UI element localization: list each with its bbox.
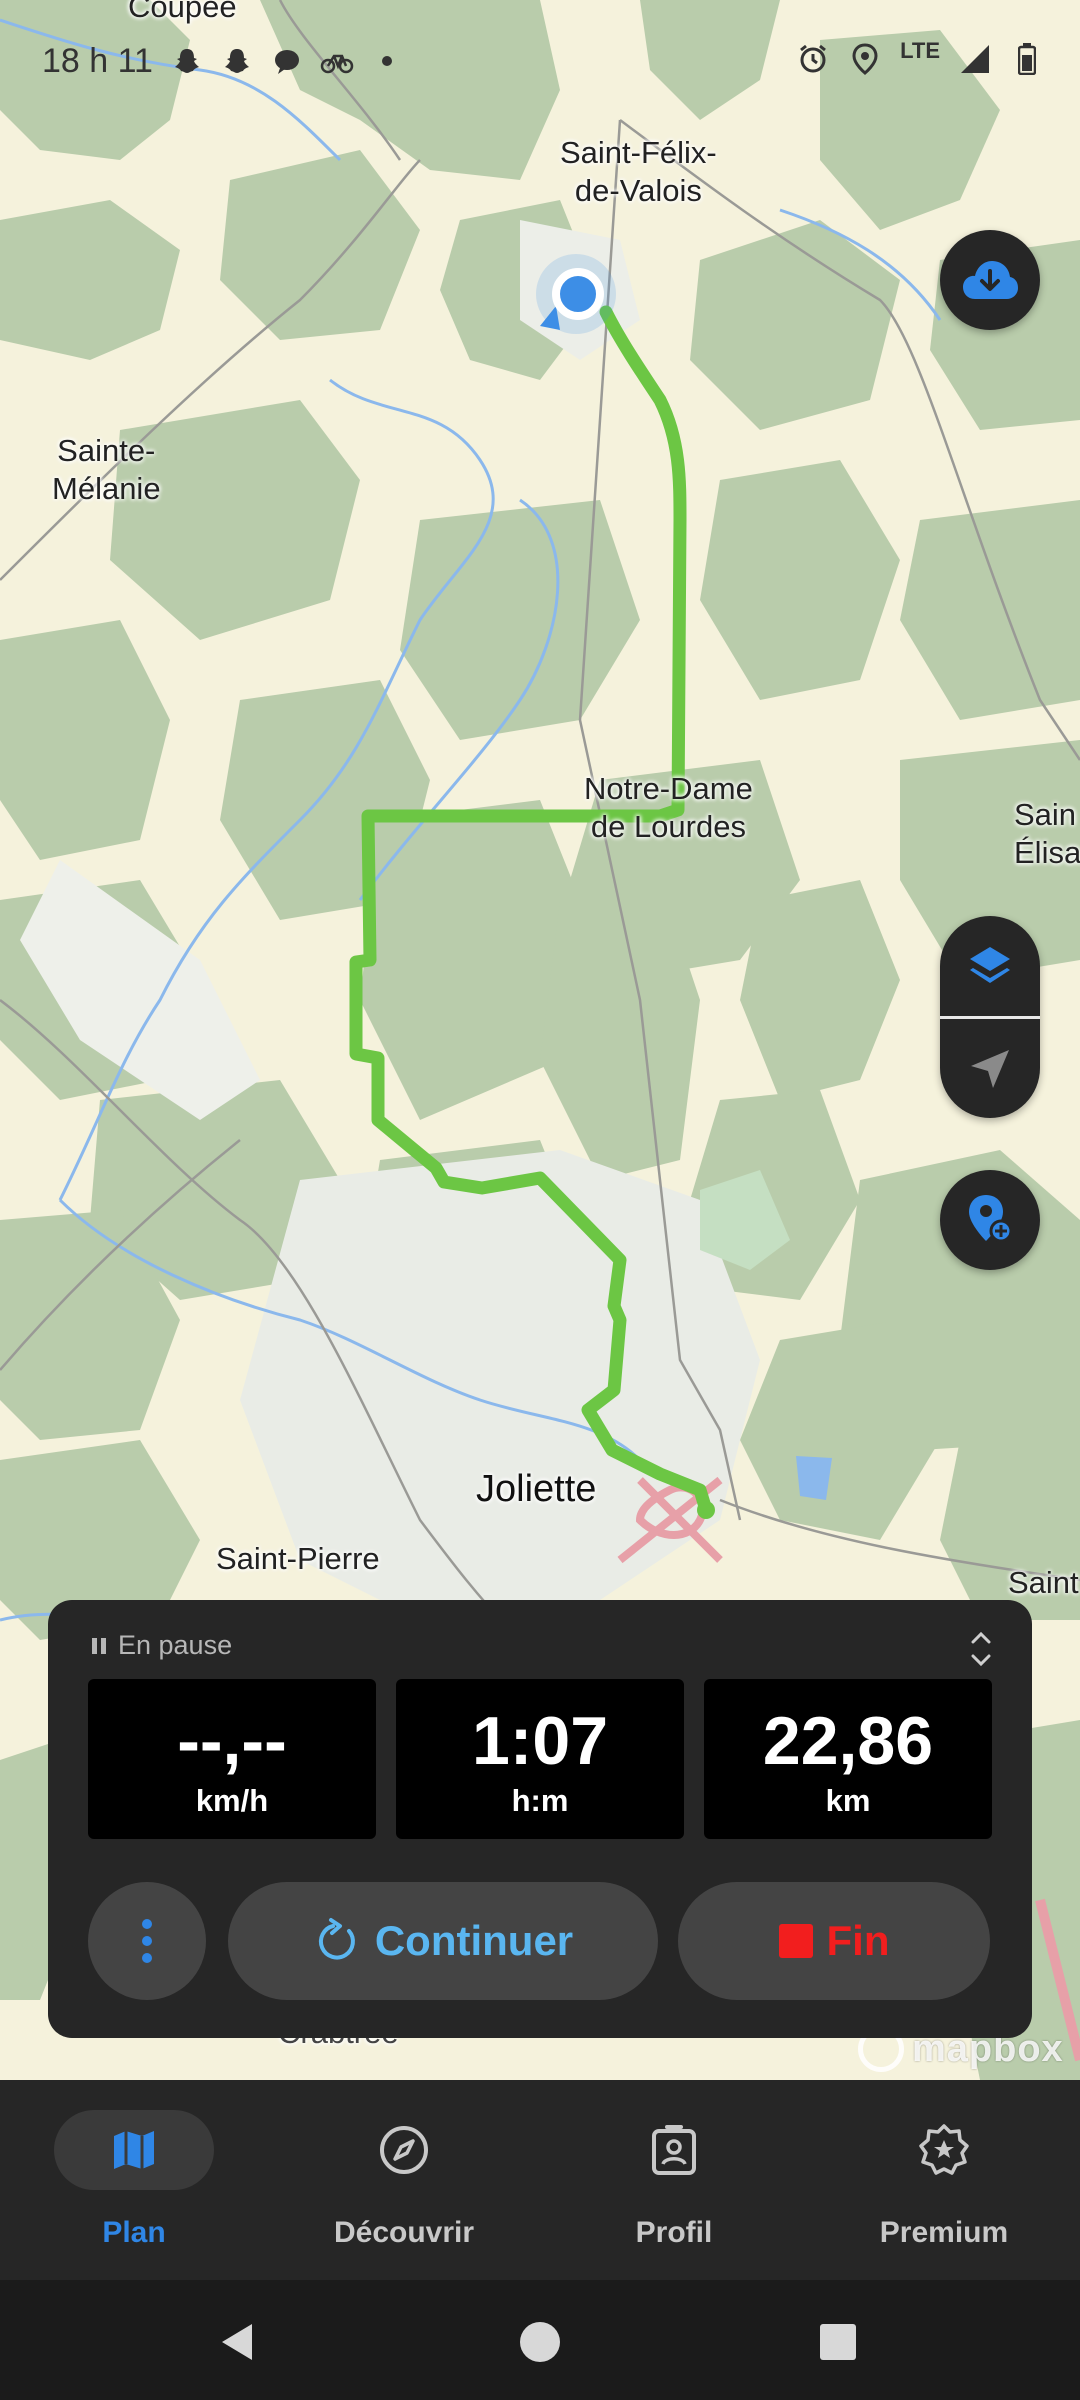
resume-icon bbox=[318, 1918, 355, 1960]
distance-value: 22,86 bbox=[762, 1703, 934, 1779]
nav-item-profil[interactable]: Profil bbox=[574, 2110, 774, 2250]
place-sainte-melanie-line2: Mélanie bbox=[52, 471, 161, 506]
more-options-button[interactable] bbox=[88, 1882, 206, 2000]
recording-status: En pause bbox=[92, 1630, 232, 1661]
cloud-download-icon bbox=[963, 261, 1018, 299]
recording-panel: En pause --,-- km/h 1:07 h:m 22,86 km Co… bbox=[48, 1600, 1032, 2038]
pause-icon bbox=[92, 1637, 106, 1654]
expand-chevrons-icon bbox=[971, 1631, 991, 1667]
home-circle-icon bbox=[520, 2322, 560, 2362]
nav-item-plan-label: Plan bbox=[102, 2216, 166, 2249]
add-poi-button[interactable] bbox=[940, 1170, 1040, 1270]
place-notre-dame-de-lourdes: Notre-Dame de Lourdes bbox=[584, 770, 753, 846]
more-vertical-icon bbox=[142, 1919, 152, 1963]
status-time: 18 h 11 bbox=[42, 42, 153, 80]
continue-button[interactable]: Continuer bbox=[228, 1882, 658, 2000]
duration-stat: 1:07 h:m bbox=[396, 1679, 684, 1839]
place-sainte-elisabeth-line1: Sain bbox=[1014, 797, 1077, 832]
distance-stat: 22,86 km bbox=[704, 1679, 992, 1839]
place-notre-dame-line1: Notre-Dame bbox=[584, 771, 753, 806]
nav-item-profil-label: Profil bbox=[635, 2216, 713, 2249]
recents-square-icon bbox=[820, 2324, 856, 2360]
premium-badge-icon bbox=[919, 2124, 969, 2175]
snapchat-icon bbox=[170, 44, 204, 78]
home-button[interactable] bbox=[518, 2320, 562, 2369]
nav-item-plan-icon-wrap bbox=[54, 2110, 214, 2190]
place-saint-right: Saint bbox=[1008, 1565, 1079, 1600]
nav-item-decouvrir-icon-wrap bbox=[324, 2110, 484, 2190]
signal-icon bbox=[958, 42, 992, 76]
place-saint-felix-de-valois: Saint-Félix- de-Valois bbox=[560, 134, 717, 210]
layers-icon bbox=[970, 947, 1010, 983]
speed-unit: km/h bbox=[195, 1783, 269, 1818]
place-saint-felix-line1: Saint-Félix- bbox=[560, 135, 717, 170]
speed-value: --,-- bbox=[177, 1703, 287, 1779]
place-notre-dame-line2: de Lourdes bbox=[590, 809, 746, 844]
stop-icon bbox=[778, 1924, 813, 1958]
duration-value: 1:07 bbox=[471, 1703, 609, 1779]
nav-item-premium-label: Premium bbox=[879, 2216, 1009, 2249]
recenter-button[interactable] bbox=[940, 1019, 1040, 1118]
system-icons: LTE bbox=[796, 38, 1044, 76]
nav-item-premium[interactable]: Premium bbox=[844, 2110, 1044, 2250]
status-bar: 18 h 11 LTE bbox=[0, 0, 1080, 120]
place-sainte-melanie: Sainte- Mélanie bbox=[52, 432, 161, 508]
back-triangle-icon bbox=[222, 2324, 252, 2360]
snapchat-icon bbox=[220, 44, 254, 78]
place-sainte-elisabeth: Sain Élisa bbox=[1014, 796, 1080, 872]
notification-icons bbox=[170, 44, 404, 78]
nav-item-profil-icon-wrap bbox=[594, 2110, 754, 2190]
alarm-icon bbox=[796, 42, 830, 76]
battery-icon bbox=[1010, 42, 1044, 76]
place-saint-pierre: Saint-Pierre bbox=[216, 1541, 380, 1576]
nav-item-decouvrir-label: Découvrir bbox=[333, 2216, 475, 2249]
end-button[interactable]: Fin bbox=[678, 1882, 990, 2000]
layers-button[interactable] bbox=[940, 916, 1040, 1016]
recents-button[interactable] bbox=[818, 2320, 858, 2369]
continue-label: Continuer bbox=[374, 1917, 574, 1964]
add-location-pin-icon bbox=[969, 1195, 1013, 1243]
nav-item-plan[interactable]: Plan bbox=[34, 2110, 234, 2250]
back-button[interactable] bbox=[216, 2320, 260, 2369]
system-navigation-bar bbox=[0, 2280, 1080, 2400]
nav-item-premium-icon-wrap bbox=[864, 2110, 1024, 2190]
duration-unit: h:m bbox=[511, 1783, 569, 1818]
location-icon bbox=[848, 42, 882, 76]
place-joliette: Joliette bbox=[476, 1468, 597, 1510]
bottom-navigation: Plan Découvrir Profil Premium bbox=[0, 2080, 1080, 2280]
expand-panel-button[interactable] bbox=[966, 1624, 996, 1674]
compass-icon bbox=[380, 2126, 428, 2174]
current-location-marker bbox=[552, 268, 604, 320]
messenger-icon bbox=[270, 44, 304, 78]
place-sainte-melanie-line1: Sainte- bbox=[57, 433, 156, 468]
dot-icon bbox=[370, 44, 404, 78]
map-controls bbox=[940, 916, 1040, 1118]
speed-stat: --,-- km/h bbox=[88, 1679, 376, 1839]
map-icon bbox=[114, 2131, 154, 2169]
end-label: Fin bbox=[826, 1917, 890, 1964]
offline-download-button[interactable] bbox=[940, 230, 1040, 330]
distance-unit: km bbox=[825, 1783, 871, 1818]
navigation-arrow-icon bbox=[971, 1050, 1009, 1088]
network-type: LTE bbox=[900, 38, 940, 63]
place-sainte-elisabeth-line2: Élisa bbox=[1014, 835, 1080, 870]
place-saint-felix-line2: de-Valois bbox=[574, 173, 702, 208]
profile-badge-icon bbox=[652, 2125, 696, 2175]
bike-icon bbox=[320, 44, 354, 78]
recording-status-label: En pause bbox=[118, 1630, 233, 1660]
nav-item-decouvrir[interactable]: Découvrir bbox=[304, 2110, 504, 2250]
